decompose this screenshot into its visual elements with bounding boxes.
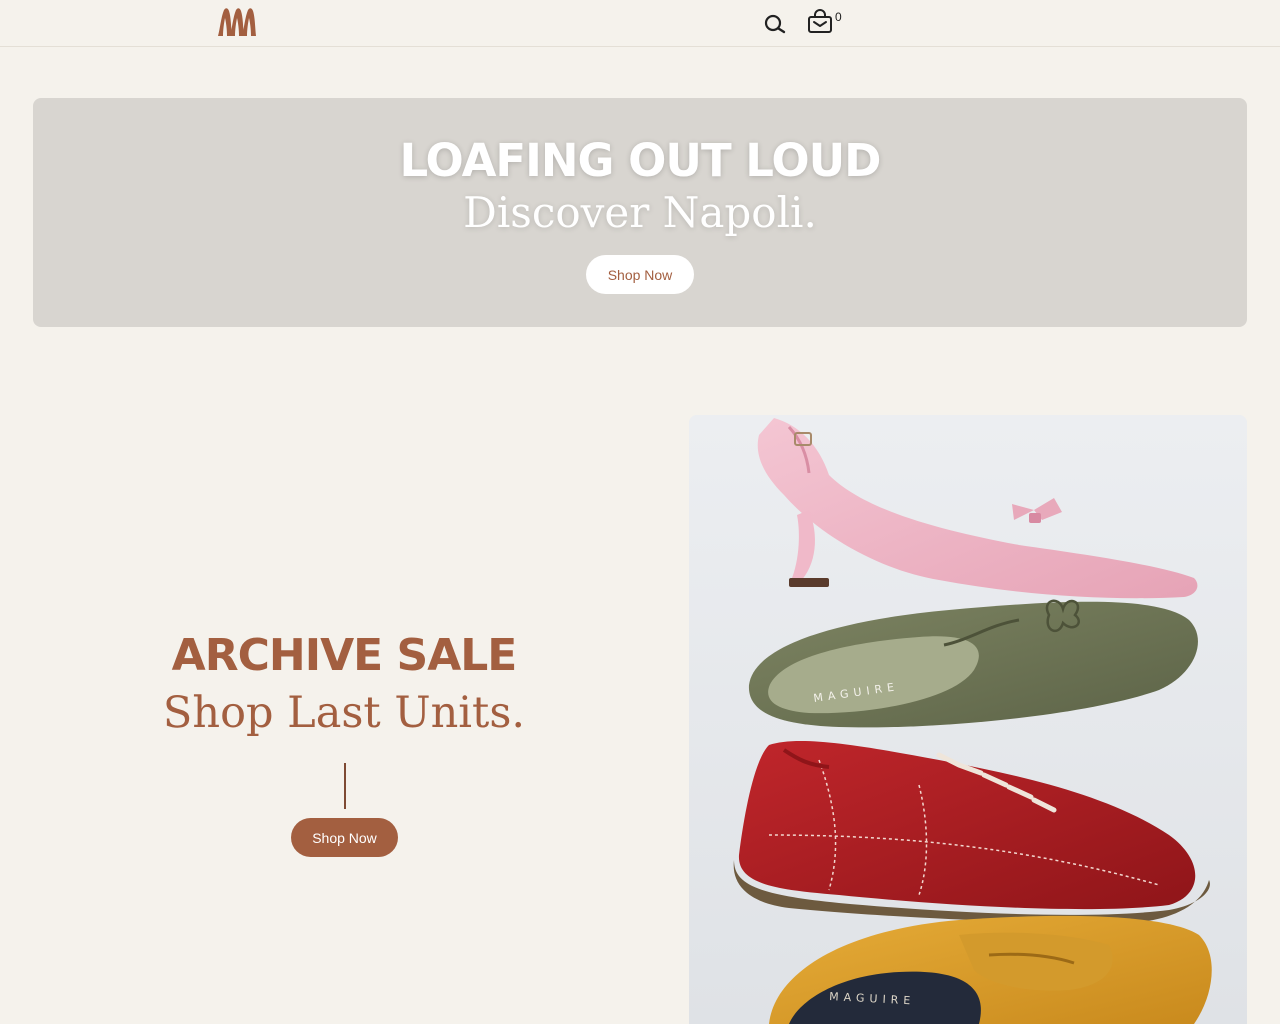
shoe-stack-illustration: MAGUIRE MAGUIRE [689, 415, 1247, 1024]
search-button[interactable] [762, 10, 788, 36]
sale-heading: ARCHIVE SALE [171, 630, 518, 681]
divider-line [344, 763, 346, 809]
cart-count: 0 [835, 10, 842, 24]
shopping-bag-icon [808, 9, 832, 33]
maguire-logo-icon [218, 8, 256, 36]
cart-button[interactable] [806, 9, 834, 35]
hero-subheading: Discover Napoli. [463, 188, 817, 237]
sale-subheading: Shop Last Units. [162, 688, 526, 738]
hero-heading: LOAFING OUT LOUD [399, 134, 881, 187]
site-header: 0 [0, 0, 1280, 47]
hero-shop-now-button[interactable]: Shop Now [586, 255, 694, 294]
search-icon [764, 14, 786, 34]
sale-shop-now-button[interactable]: Shop Now [291, 818, 398, 857]
product-image[interactable]: MAGUIRE MAGUIRE [689, 415, 1247, 1024]
hero-banner: LOAFING OUT LOUD Discover Napoli. Shop N… [33, 98, 1247, 327]
logo[interactable] [216, 7, 257, 37]
